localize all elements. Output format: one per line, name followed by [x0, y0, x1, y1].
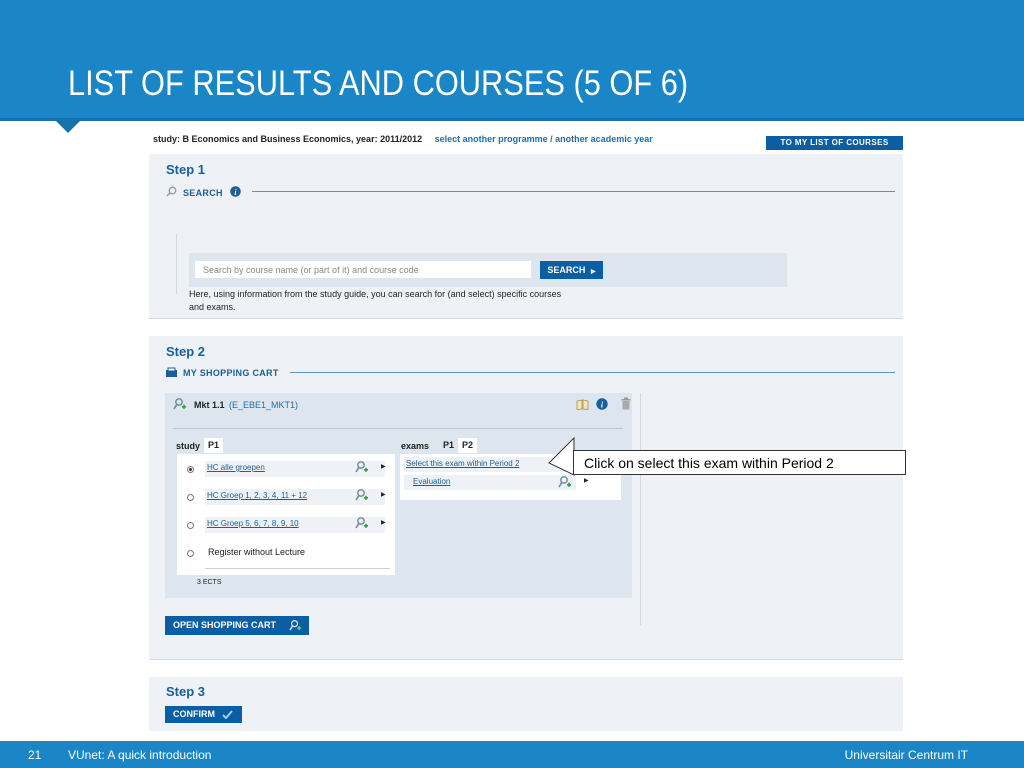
- slide-title: LIST OF RESULTS AND COURSES (5 OF 6): [68, 64, 689, 103]
- course-title: Mkt 1.1 (E_EBE1_MKT1): [194, 400, 298, 410]
- exams-tab-label: exams: [401, 441, 430, 451]
- triangle-right-icon[interactable]: ▶: [381, 519, 386, 526]
- study-tab-p1[interactable]: P1: [204, 438, 224, 453]
- step3-title: Step 3: [166, 684, 206, 699]
- ects-value: 3 ECTS: [197, 579, 222, 586]
- book-icon[interactable]: [576, 399, 589, 410]
- triangle-right-icon: ▶: [590, 269, 596, 275]
- group-row: HC alle groepen ▶: [177, 461, 395, 481]
- header-notch: [56, 121, 80, 133]
- info-icon[interactable]: i: [230, 186, 241, 197]
- study-info: study: B Economics and Business Economic…: [153, 134, 653, 144]
- person-add-icon[interactable]: [173, 397, 187, 411]
- group-row: HC Groep 5, 6, 7, 8, 9, 10 ▶: [177, 517, 395, 537]
- course-search-input[interactable]: [194, 260, 532, 279]
- step1-panel: Step 1 SEARCH i SEARCH ▶ Here, using inf…: [149, 154, 903, 319]
- callout-pointer: [548, 437, 575, 476]
- search-icon: [166, 186, 177, 197]
- cart-icon: [166, 367, 177, 377]
- search-button[interactable]: SEARCH ▶: [540, 261, 603, 279]
- group-link[interactable]: HC Groep 1, 2, 3, 4, 11 + 12: [207, 491, 307, 500]
- exams-tab-p1[interactable]: P1: [439, 438, 458, 453]
- confirm-label: CONFIRM: [173, 709, 215, 719]
- group-row: HC Groep 1, 2, 3, 4, 11 + 12 ▶: [177, 489, 395, 509]
- person-add-icon[interactable]: [558, 475, 572, 489]
- trash-icon[interactable]: [621, 397, 631, 410]
- evaluation-link[interactable]: Evaluation: [413, 477, 450, 486]
- step2-panel: Step 2 MY SHOPPING CART Mkt 1.1 (E_EBE1_…: [149, 336, 903, 660]
- footer-title: VUnet: A quick introduction: [68, 748, 212, 762]
- confirm-button[interactable]: CONFIRM: [165, 706, 242, 723]
- group-radio[interactable]: [187, 550, 194, 557]
- select-programme-link[interactable]: select another programme / another acade…: [435, 134, 653, 144]
- group-radio[interactable]: [187, 494, 194, 501]
- footer-organization: Universitair Centrum IT: [844, 748, 968, 762]
- step3-panel: Step 3 CONFIRM: [149, 677, 903, 731]
- search-section-rule: [252, 191, 895, 192]
- cart-section-rule: [290, 372, 895, 373]
- search-help-text: Here, using information from the study g…: [189, 289, 562, 312]
- to-my-list-button[interactable]: TO MY LIST OF COURSES: [766, 136, 903, 150]
- exams-tab-p2[interactable]: P2: [458, 438, 478, 453]
- slide-header: LIST OF RESULTS AND COURSES (5 OF 6): [0, 0, 1024, 121]
- group-link[interactable]: HC Groep 5, 6, 7, 8, 9, 10: [207, 519, 299, 528]
- search-button-label: SEARCH: [547, 265, 586, 275]
- group-radio[interactable]: [187, 522, 194, 529]
- group-radio[interactable]: [187, 466, 194, 473]
- group-link[interactable]: HC alle groepen: [207, 463, 265, 472]
- info-icon[interactable]: i: [596, 398, 608, 410]
- step1-title: Step 1: [166, 162, 206, 177]
- cart-right-divider: [640, 393, 641, 625]
- shopping-cart-section-label: MY SHOPPING CART: [183, 368, 279, 378]
- open-cart-label: OPEN SHOPPING CART: [173, 620, 277, 630]
- study-tab-label: study: [176, 441, 201, 451]
- course-name: Mkt 1.1: [194, 400, 225, 410]
- course-code: (E_EBE1_MKT1): [229, 400, 299, 410]
- search-section-label: SEARCH: [183, 188, 223, 198]
- select-exam-period2-link[interactable]: Select this exam within Period 2: [406, 459, 519, 468]
- triangle-right-icon[interactable]: ▶: [381, 491, 386, 498]
- search-divider: [176, 234, 177, 294]
- person-add-icon: [289, 620, 302, 631]
- triangle-right-icon[interactable]: ▶: [381, 463, 386, 470]
- groups-divider: [205, 568, 390, 569]
- person-add-icon[interactable]: [355, 488, 369, 502]
- instruction-callout: Click on select this exam within Period …: [573, 450, 906, 475]
- person-add-icon[interactable]: [355, 460, 369, 474]
- person-add-icon[interactable]: [355, 516, 369, 530]
- course-header-divider: [173, 428, 623, 429]
- callout-text: Click on select this exam within Period …: [584, 455, 834, 471]
- open-shopping-cart-button[interactable]: OPEN SHOPPING CART: [165, 616, 309, 635]
- group-row: Register without Lecture: [177, 545, 395, 565]
- lecture-groups-list: HC alle groepen ▶ HC Groep 1, 2, 3, 4, 1…: [177, 454, 395, 575]
- triangle-right-icon[interactable]: ▶: [584, 477, 589, 484]
- group-label: Register without Lecture: [208, 547, 306, 557]
- study-text: study: B Economics and Business Economic…: [153, 134, 423, 144]
- checkmark-icon: [222, 710, 233, 719]
- page-number: 21: [28, 748, 42, 762]
- step2-title: Step 2: [166, 344, 206, 359]
- slide-footer: 21 VUnet: A quick introduction Universit…: [0, 741, 1024, 768]
